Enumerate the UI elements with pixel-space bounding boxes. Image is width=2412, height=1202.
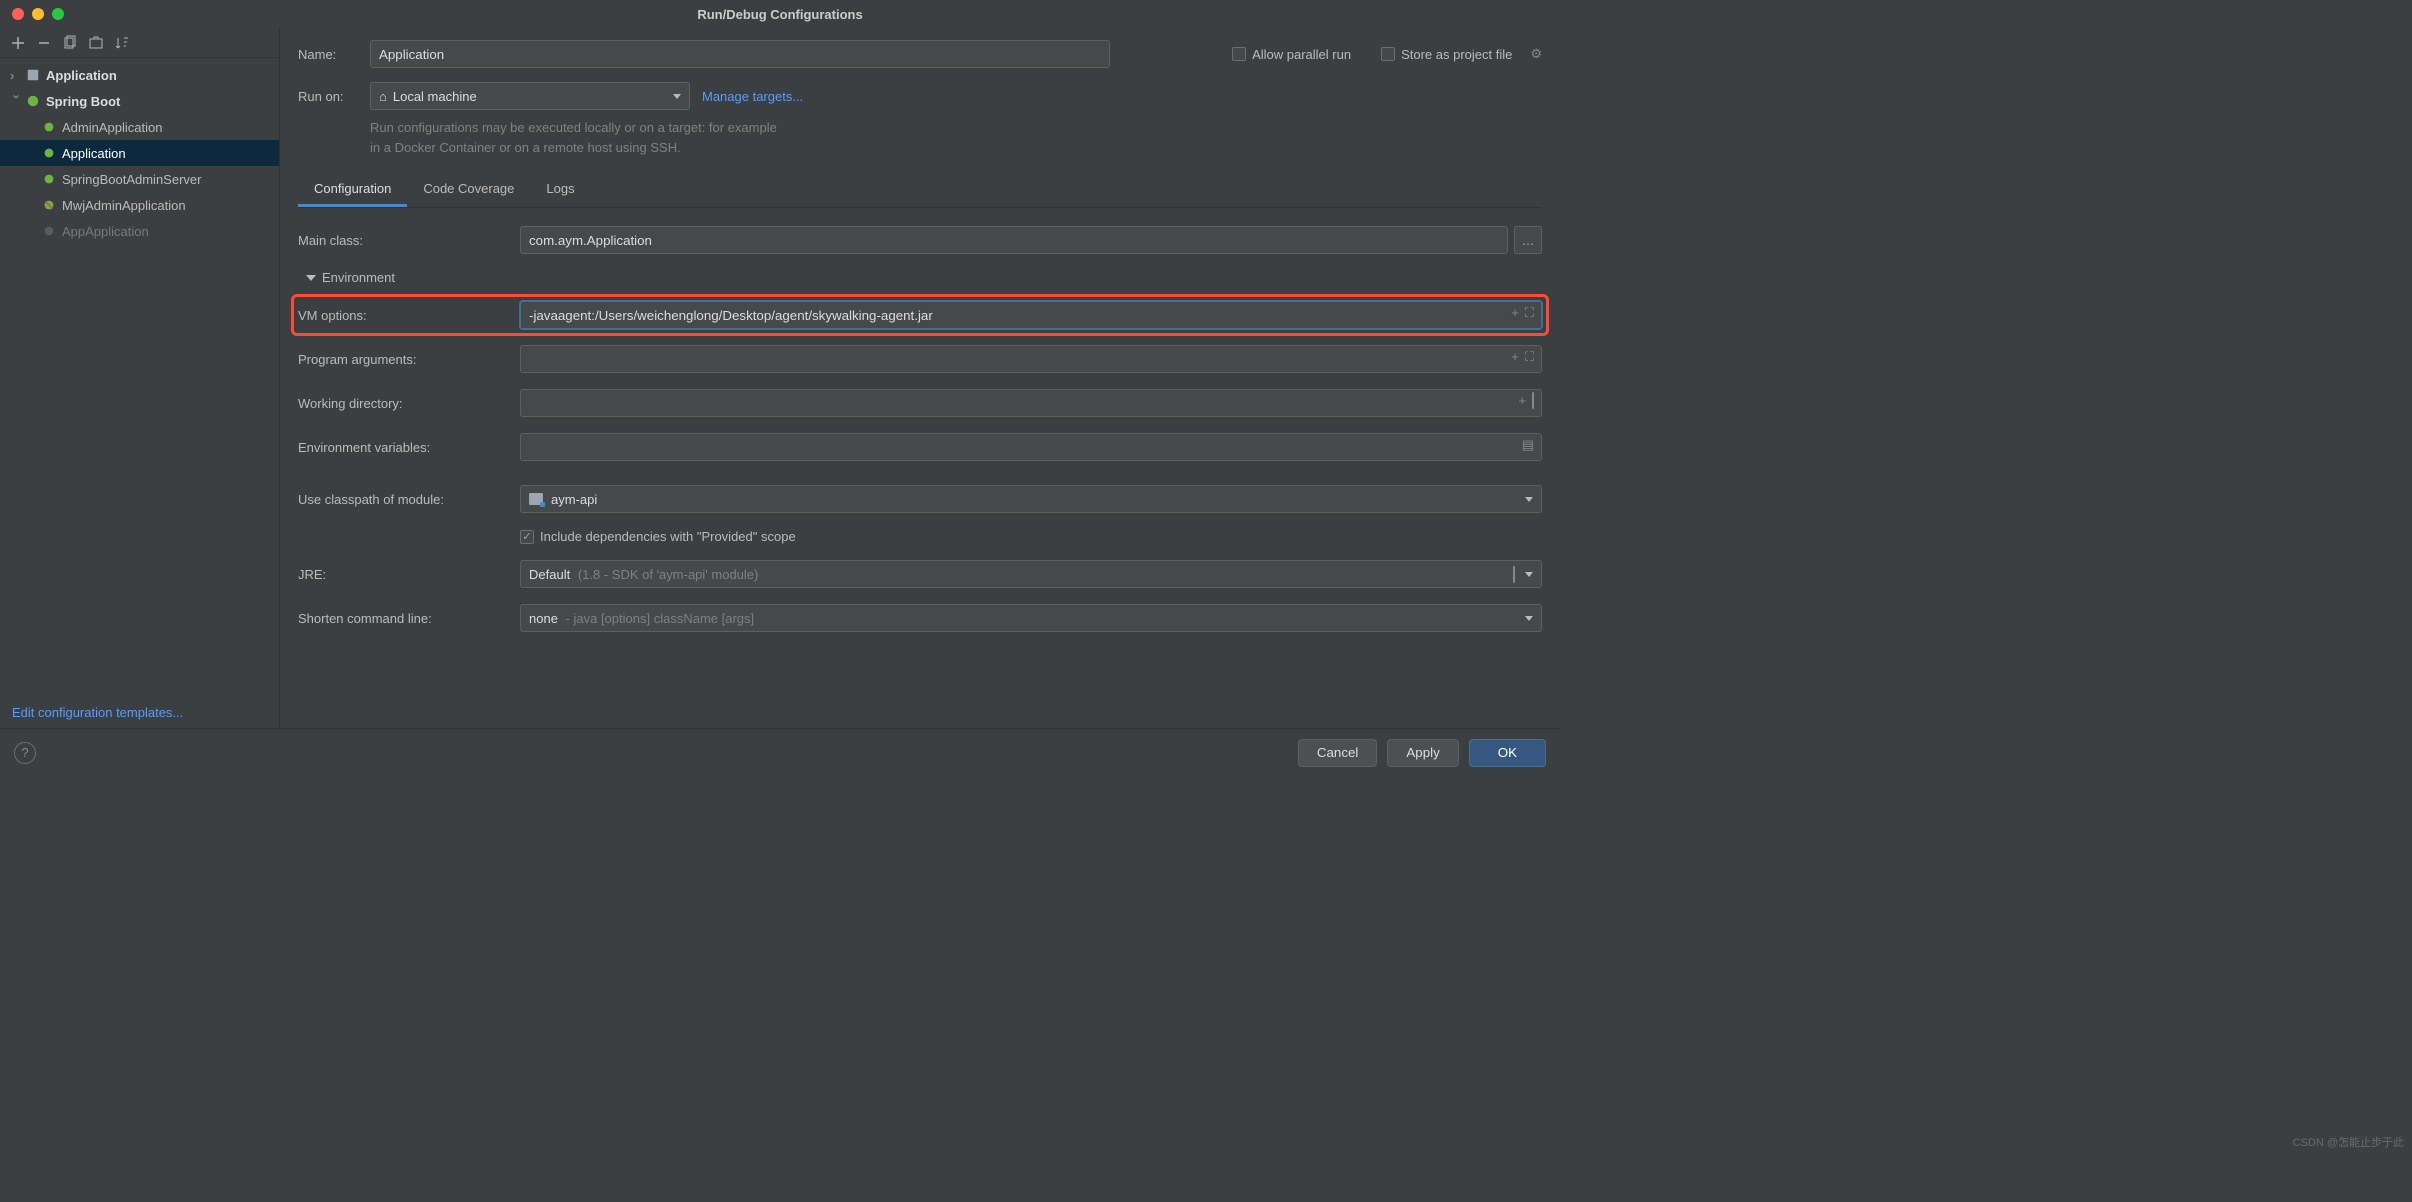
working-dir-input[interactable] (520, 389, 1542, 417)
chevron-down-icon (1525, 497, 1533, 502)
tree-label: Spring Boot (46, 94, 120, 109)
run-on-label: Run on: (298, 89, 358, 104)
env-vars-input[interactable] (520, 433, 1542, 461)
apply-button[interactable]: Apply (1387, 739, 1458, 767)
environment-section-label: Environment (322, 270, 395, 285)
tree-label: Application (62, 146, 126, 161)
run-on-dropdown[interactable]: ⌂ Local machine (370, 82, 690, 110)
chevron-down-icon (1525, 616, 1533, 621)
shorten-value: none (529, 611, 558, 626)
name-input[interactable] (370, 40, 1110, 68)
cancel-button[interactable]: Cancel (1298, 739, 1378, 767)
tree-label: AdminApplication (62, 120, 162, 135)
folder-icon[interactable] (1532, 393, 1534, 408)
tab-code-coverage[interactable]: Code Coverage (407, 173, 530, 207)
classpath-dropdown[interactable]: aym-api (520, 485, 1542, 513)
program-args-label: Program arguments: (298, 352, 508, 367)
remove-icon[interactable] (36, 35, 52, 51)
copy-icon[interactable] (62, 35, 78, 51)
working-dir-label: Working directory: (298, 396, 508, 411)
plus-icon[interactable]: + (1518, 393, 1526, 408)
edit-templates-link[interactable]: Edit configuration templates... (0, 697, 279, 728)
tab-logs[interactable]: Logs (530, 173, 590, 207)
folder-icon[interactable] (1513, 567, 1515, 582)
sidebar-toolbar (0, 28, 279, 58)
tab-configuration[interactable]: Configuration (298, 173, 407, 207)
vm-options-highlight: VM options: + ⛶ (291, 294, 1549, 336)
triangle-down-icon (306, 275, 316, 281)
tree-item-spring-boot-admin-server[interactable]: SpringBootAdminServer (0, 166, 279, 192)
program-args-input[interactable] (520, 345, 1542, 373)
plus-icon[interactable]: + (1511, 349, 1519, 365)
expand-icon[interactable]: ⛶ (1525, 305, 1534, 321)
chevron-down-icon (673, 94, 681, 99)
shorten-dropdown[interactable]: none - java [options] className [args] (520, 604, 1542, 632)
tree-group-spring-boot[interactable]: › Spring Boot (0, 88, 279, 114)
tree-item-mwj-admin-application[interactable]: MwjAdminApplication (0, 192, 279, 218)
help-button[interactable]: ? (14, 742, 36, 764)
chevron-down-icon (1525, 572, 1533, 577)
include-provided-label: Include dependencies with "Provided" sco… (540, 529, 796, 544)
sort-icon[interactable] (114, 35, 130, 51)
config-content: Name: Allow parallel run Store as projec… (280, 28, 1560, 728)
allow-parallel-checkbox[interactable]: Allow parallel run (1232, 47, 1351, 62)
tabs: Configuration Code Coverage Logs (298, 173, 1542, 208)
jre-label: JRE: (298, 567, 508, 582)
expand-icon[interactable]: ⛶ (1525, 349, 1534, 365)
jre-hint: (1.8 - SDK of 'aym-api' module) (578, 567, 759, 582)
browse-main-class-button[interactable]: … (1514, 226, 1542, 254)
run-on-hint: Run configurations may be executed local… (370, 118, 790, 157)
include-provided-checkbox[interactable]: Include dependencies with "Provided" sco… (520, 529, 796, 544)
store-as-file-checkbox[interactable]: Store as project file (1381, 47, 1512, 62)
watermark: CSDN @怎能止步于此 (2293, 1134, 2404, 1150)
vm-options-label: VM options: (298, 308, 508, 323)
tree-label: AppApplication (62, 224, 149, 239)
titlebar: Run/Debug Configurations (0, 0, 1560, 28)
jre-dropdown[interactable]: Default (1.8 - SDK of 'aym-api' module) (520, 560, 1542, 588)
sidebar: › Application › Spring Boot AdminApplica… (0, 28, 280, 728)
classpath-value: aym-api (551, 492, 597, 507)
manage-targets-link[interactable]: Manage targets... (702, 89, 803, 104)
main-class-input[interactable] (520, 226, 1508, 254)
tree-group-application[interactable]: › Application (0, 62, 279, 88)
environment-section-toggle[interactable]: Environment (306, 270, 1542, 285)
vm-options-input[interactable] (520, 301, 1542, 329)
gear-icon[interactable]: ⚙ (1530, 46, 1542, 62)
allow-parallel-label: Allow parallel run (1252, 47, 1351, 62)
config-tree: › Application › Spring Boot AdminApplica… (0, 58, 279, 697)
ok-button[interactable]: OK (1469, 739, 1546, 767)
tree-label: SpringBootAdminServer (62, 172, 201, 187)
run-on-value: Local machine (393, 89, 477, 104)
jre-value: Default (529, 567, 570, 582)
classpath-label: Use classpath of module: (298, 492, 508, 507)
tree-label: MwjAdminApplication (62, 198, 186, 213)
shorten-hint: - java [options] className [args] (566, 611, 755, 626)
store-as-file-label: Store as project file (1401, 47, 1512, 62)
tree-item-application[interactable]: Application (0, 140, 279, 166)
list-icon[interactable]: ▤ (1522, 437, 1534, 453)
shorten-label: Shorten command line: (298, 611, 508, 626)
tree-item-admin-application[interactable]: AdminApplication (0, 114, 279, 140)
home-icon: ⌂ (379, 89, 387, 104)
bottom-bar: ? Cancel Apply OK (0, 728, 1560, 776)
save-icon[interactable] (88, 35, 104, 51)
add-icon[interactable] (10, 35, 26, 51)
main-class-label: Main class: (298, 233, 508, 248)
tree-item-app-application[interactable]: AppApplication (0, 218, 279, 244)
window-title: Run/Debug Configurations (0, 7, 1560, 22)
module-icon (529, 493, 543, 505)
plus-icon[interactable]: + (1511, 305, 1519, 321)
env-vars-label: Environment variables: (298, 440, 508, 455)
tree-label: Application (46, 68, 117, 83)
name-label: Name: (298, 47, 358, 62)
